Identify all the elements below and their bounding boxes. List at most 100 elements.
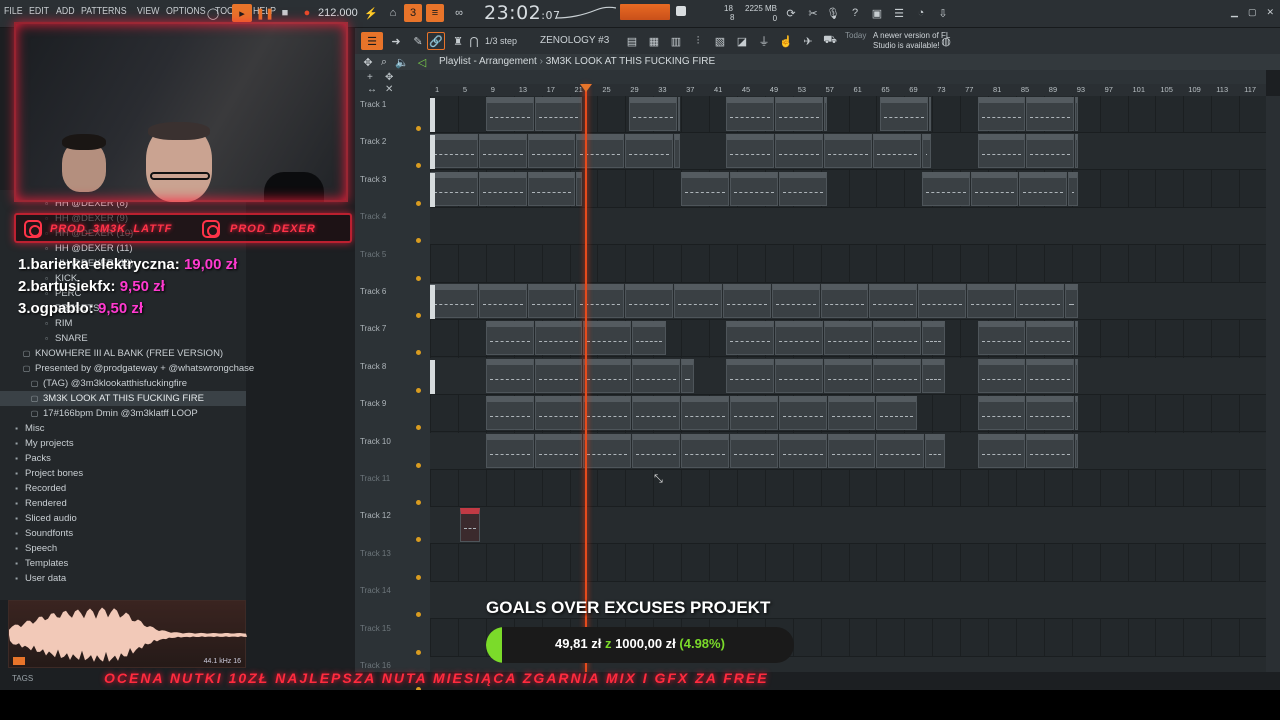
pattern-clip[interactable]: @macsh..z 808 bbox=[869, 284, 918, 318]
pattern-clip[interactable]: SNARE..ER (6) bbox=[977, 321, 1026, 356]
track-mute-led[interactable] bbox=[416, 537, 421, 543]
vertical-scrollbar[interactable] bbox=[1266, 96, 1280, 672]
countdown-icon[interactable]: 3 bbox=[404, 4, 422, 22]
record-button[interactable]: ● bbox=[298, 4, 316, 22]
playlist-icon[interactable]: ▤ bbox=[623, 32, 641, 50]
browser-item[interactable]: ▢ 3M3K LOOK AT THIS FUCKING FIRE bbox=[0, 391, 246, 406]
pattern-clip[interactable]: SNARE..ER (6) bbox=[485, 321, 534, 356]
pattern-clip[interactable]: ZE..Y bbox=[674, 134, 681, 169]
preview-play-icon[interactable] bbox=[13, 657, 25, 665]
pattern-clip[interactable]: [ES25..ics_] bbox=[827, 396, 876, 431]
pattern-clip[interactable]: [ES25..emics_] bbox=[1026, 358, 1075, 393]
pattern-clip[interactable]: @macsh..z 808 bbox=[820, 284, 869, 318]
track-name[interactable]: Track 1 bbox=[360, 100, 386, 109]
speaker-icon[interactable]: 🔈 bbox=[393, 53, 411, 71]
track-mute-led[interactable] bbox=[416, 200, 421, 206]
arrow-right-icon[interactable]: ➜ bbox=[387, 32, 405, 50]
pattern-clip[interactable]: [ES25..emics_] bbox=[824, 358, 872, 393]
pattern-clip[interactable]: [ES25..emics_] bbox=[726, 358, 775, 393]
pattern-clip[interactable]: [ES25..ics_] bbox=[778, 396, 827, 431]
pattern-clip[interactable]: ZE..Y bbox=[775, 134, 824, 169]
pattern-clip[interactable]: ZE..3 bbox=[928, 97, 932, 131]
track-name[interactable]: Track 4 bbox=[360, 212, 386, 221]
pattern-clip[interactable]: ZE..Y bbox=[527, 134, 576, 169]
pattern-clip[interactable]: [ES25..emics_] bbox=[583, 358, 632, 393]
snap-selector[interactable]: 1/3 step bbox=[485, 36, 517, 46]
browser-folder[interactable]: ▪ Recorded bbox=[0, 481, 246, 496]
pattern-clip[interactable]: SNARE..ER (6) bbox=[1026, 321, 1075, 356]
pattern-clip[interactable]: SNARE..ER (6) bbox=[583, 321, 632, 356]
track-mute-led[interactable] bbox=[416, 612, 421, 618]
track-mute-led[interactable] bbox=[416, 313, 421, 318]
pattern-clip[interactable]: @macsh..z 808 bbox=[478, 284, 527, 318]
pattern-clip[interactable]: SNARE..ER (6) bbox=[726, 321, 775, 356]
pattern-clip[interactable]: ZE..Y bbox=[576, 134, 625, 169]
mixer-faders-icon[interactable]: ⫶ bbox=[689, 32, 707, 50]
minimize-icon[interactable]: ▁ bbox=[1231, 7, 1238, 18]
pattern-clip[interactable]: ZE..Y bbox=[430, 134, 478, 169]
browser-folder[interactable]: ▪ Sliced audio bbox=[0, 511, 246, 526]
track-name[interactable]: Track 2 bbox=[360, 137, 386, 146]
track-mute-led[interactable] bbox=[416, 275, 421, 281]
pattern-clip[interactable]: @macsh..z 808 bbox=[918, 284, 967, 318]
track-lane[interactable] bbox=[430, 545, 1266, 582]
pattern-clip[interactable]: [E..] bbox=[485, 433, 534, 468]
pattern-clip[interactable]: [ES25..emics_] bbox=[632, 358, 681, 393]
pattern-clip[interactable]: ZE..2 bbox=[478, 171, 527, 206]
pattern-clip[interactable]: SNARE..ER (6) bbox=[824, 321, 872, 356]
link-icon[interactable]: 🔗 bbox=[427, 32, 445, 50]
track-mute-led[interactable] bbox=[416, 238, 421, 244]
track-mute-led[interactable] bbox=[416, 425, 421, 431]
pattern-clip[interactable]: ZE..Y bbox=[726, 134, 775, 169]
browser-folder[interactable]: ▪ Packs bbox=[0, 451, 246, 466]
track-mute-led[interactable] bbox=[416, 462, 421, 468]
pattern-clip[interactable]: @macsh..z 808 bbox=[1064, 284, 1078, 318]
pattern-clip[interactable]: ZE..Y bbox=[1075, 134, 1078, 169]
playhead-marker[interactable] bbox=[580, 84, 592, 92]
pattern-clip[interactable]: [E..] bbox=[729, 433, 778, 468]
track-lane[interactable] bbox=[430, 208, 1266, 246]
step-edit-icon[interactable]: ≡ bbox=[426, 4, 444, 22]
pattern-clip[interactable]: ZE..3 bbox=[628, 97, 677, 131]
pattern-clip[interactable]: ZE..3 bbox=[677, 97, 681, 131]
pattern-clip[interactable]: ZE..3 bbox=[1026, 97, 1075, 131]
pattern-clip[interactable]: [E..] bbox=[1026, 433, 1075, 468]
track-lane[interactable] bbox=[430, 507, 1266, 545]
tempo-display[interactable]: 212.000 bbox=[318, 7, 358, 19]
plug-icon[interactable]: ⏚ bbox=[755, 32, 773, 50]
browser-folder[interactable]: ▪ Speech bbox=[0, 541, 246, 556]
midi-icon[interactable]: ✂ bbox=[804, 4, 822, 22]
pattern-clip[interactable]: @macsh..z 808 bbox=[576, 284, 625, 318]
arrangement-grid[interactable]: ZE..3 ZE..3 ZE..3 ZE..3 ZE..3 ZE..3 ZE..3 ZE..3… bbox=[430, 96, 1266, 672]
pattern-clip[interactable]: ZE..Y bbox=[1026, 134, 1075, 169]
add-track-icon[interactable]: + bbox=[367, 72, 373, 83]
pattern-clip[interactable]: [ES25..ics_] bbox=[1075, 396, 1078, 431]
pattern-clip[interactable]: @macsh..z 808 bbox=[1015, 284, 1064, 318]
pattern-clip[interactable]: ZE..3 bbox=[977, 97, 1026, 131]
pattern-clip[interactable]: ZE..2 bbox=[1068, 171, 1078, 206]
pattern-clip[interactable]: [ES25..emics_] bbox=[534, 358, 583, 393]
magnet-icon[interactable]: ⋂ bbox=[465, 32, 483, 50]
timeline-ruler[interactable]: 1 5 9 13 17 21 25 29 33 37 41 45 49 53 57 61 65 69 73 77 81 8… bbox=[430, 84, 1266, 96]
pattern-clip[interactable]: [E..] bbox=[681, 433, 729, 468]
pattern-clip[interactable]: ZE..2 bbox=[778, 171, 827, 206]
track-name[interactable]: Track 12 bbox=[360, 511, 391, 520]
track-name[interactable]: Track 8 bbox=[360, 362, 386, 371]
pattern-clip[interactable]: [ES25..emics_] bbox=[921, 358, 946, 393]
track-mute-led[interactable] bbox=[416, 574, 421, 580]
menu-edit[interactable]: EDIT bbox=[29, 6, 49, 17]
loop-record-icon[interactable]: ∞ bbox=[450, 4, 468, 22]
browser-folder[interactable]: ▪ User data bbox=[0, 571, 246, 586]
track-mute-led[interactable] bbox=[416, 350, 421, 356]
track-mute-led[interactable] bbox=[416, 649, 421, 655]
track-name[interactable]: Track 7 bbox=[360, 324, 386, 333]
pattern-clip[interactable]: [ES25..ics_] bbox=[583, 396, 632, 431]
pattern-clip[interactable]: [E..] bbox=[1075, 433, 1078, 468]
expand-icon[interactable]: ↔ bbox=[367, 84, 377, 95]
browser-item[interactable]: ▫ SNARE bbox=[0, 331, 246, 346]
pattern-clip[interactable]: ZE..2 bbox=[576, 171, 583, 206]
browser-folder[interactable]: ▪ Rendered bbox=[0, 496, 246, 511]
stop-button[interactable]: ■ bbox=[276, 4, 294, 22]
pattern-clip[interactable]: [ES25..emics_] bbox=[775, 358, 824, 393]
pattern-clip[interactable]: ZE..2 bbox=[921, 171, 970, 206]
